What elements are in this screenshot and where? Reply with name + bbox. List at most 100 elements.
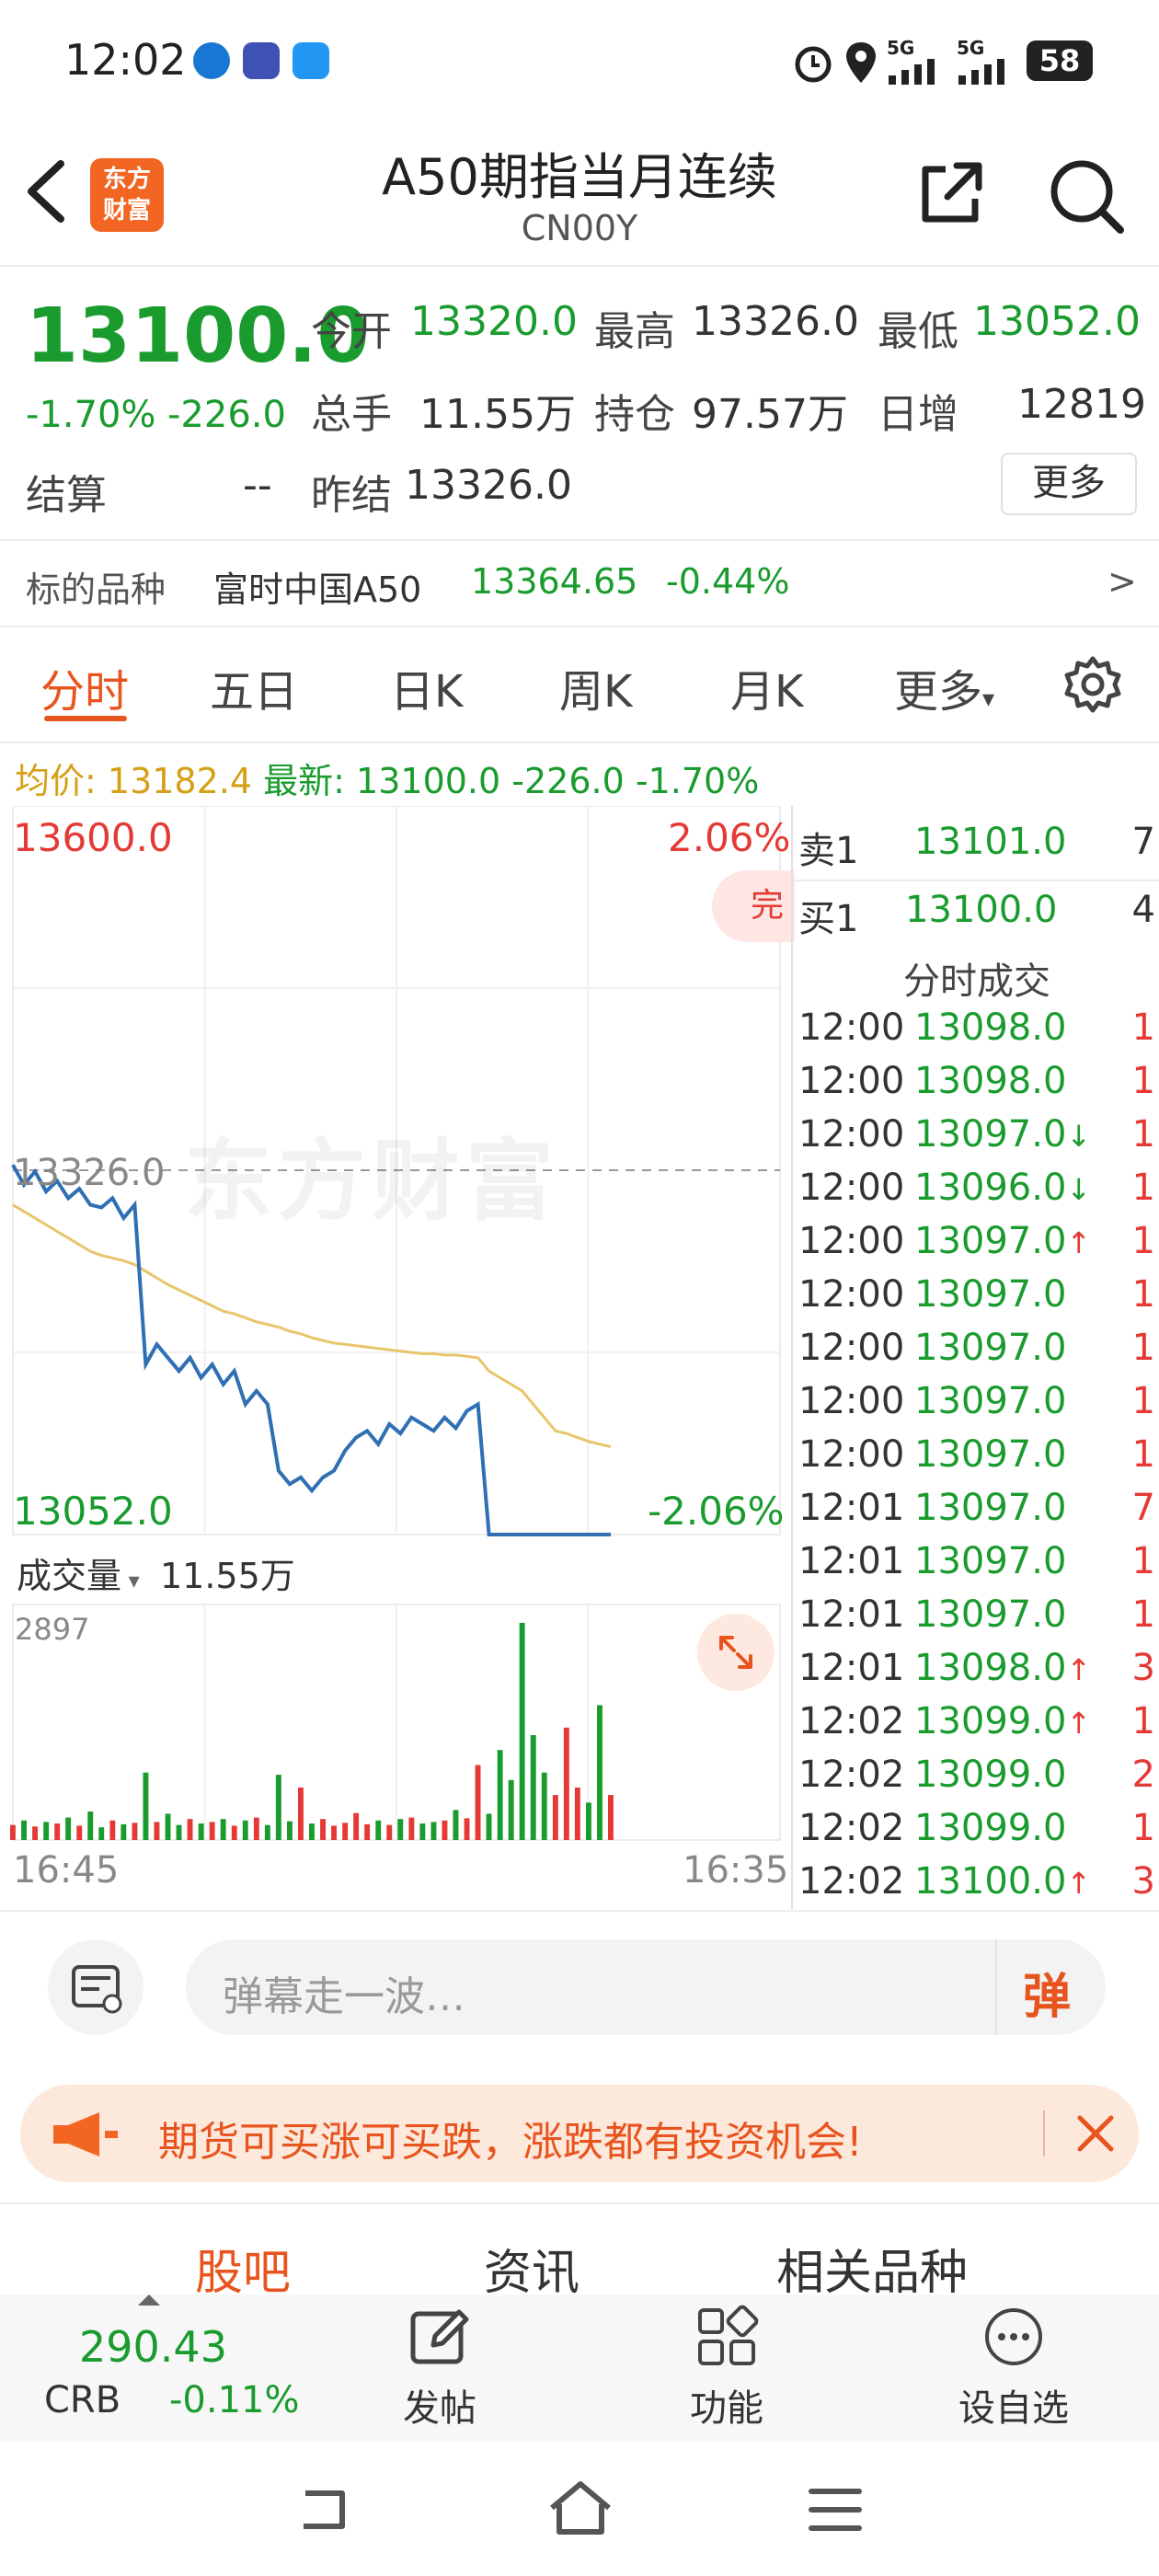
share-button[interactable]: [914, 156, 988, 230]
trade-time: 12:00: [798, 1327, 905, 1369]
volume-bar: [486, 1813, 492, 1840]
change-value: -226.0: [167, 394, 286, 436]
trade-qty: 1: [1131, 1433, 1155, 1476]
tab-monthly-k[interactable]: 月K: [730, 655, 803, 719]
comment-list-button[interactable]: [48, 1939, 143, 2035]
logo-text-1: 东方: [102, 166, 151, 193]
volume-bar: [497, 1750, 503, 1840]
post-button[interactable]: 发帖: [348, 2305, 532, 2432]
fullscreen-button[interactable]: [697, 1614, 775, 1691]
grid-icon: [698, 2305, 759, 2365]
tab-more-label: 更多: [894, 666, 983, 718]
open-interest-label: 持仓: [594, 391, 675, 438]
trade-row: 12:02 13099.0 2: [795, 1754, 1159, 1807]
edit-icon: [410, 2309, 469, 2364]
sell1-price: 13101.0: [914, 821, 1067, 863]
buy1-label: 买1: [798, 898, 859, 940]
share-icon: [922, 162, 982, 223]
trade-row: 12:00 13097.0↑ 1: [795, 1220, 1159, 1273]
danmu-send-button[interactable]: 弹: [1023, 1958, 1071, 2027]
volume-bar: [597, 1705, 602, 1840]
trade-time: 12:02: [798, 1860, 905, 1903]
tab-intraday[interactable]: 分时: [40, 655, 129, 719]
app-k-icon: [193, 42, 230, 79]
volume-bar: [54, 1823, 61, 1840]
volume-bar: [386, 1824, 393, 1840]
tab-news[interactable]: 资讯: [484, 2234, 580, 2303]
crb-value[interactable]: 290.43: [79, 2322, 227, 2372]
tab-more[interactable]: 更多▾: [894, 655, 994, 719]
time-end-label: 16:35: [683, 1849, 789, 1892]
volume-bar: [43, 1822, 50, 1840]
session-complete-text: 完: [751, 887, 785, 925]
volume-bar: [586, 1802, 591, 1840]
trade-qty: 1: [1131, 1060, 1155, 1102]
volume-bar: [442, 1820, 448, 1840]
search-button[interactable]: [1045, 155, 1128, 237]
change-percent: -1.70%: [26, 394, 156, 436]
tab-daily-k[interactable]: 日K: [390, 655, 463, 719]
underlying-row[interactable]: 标的品种 富时中国A50 13364.65 -0.44% >: [0, 541, 1159, 626]
more-quote-button[interactable]: 更多: [1001, 453, 1137, 515]
volume-bar: [342, 1823, 349, 1840]
signal-icon: [889, 59, 935, 85]
volume-max-label: 2897: [15, 1612, 90, 1647]
danmu-input[interactable]: 弹幕走一波… 弹: [186, 1939, 1106, 2035]
chart-bottom-price: 13052.0: [13, 1489, 173, 1534]
home-nav-icon[interactable]: [546, 2478, 614, 2537]
volume-selector[interactable]: 成交量 ▾: [17, 1547, 140, 1598]
order-book: 卖1 13101.0 7 买1 13100.0 4: [795, 810, 1159, 940]
tab-five-day[interactable]: 五日: [210, 655, 298, 719]
volume-total: 11.55万: [160, 1556, 295, 1596]
trade-time: 12:01: [798, 1593, 905, 1636]
app-face-icon: [243, 42, 280, 79]
promo-banner[interactable]: 期货可买涨可买跌，涨跌都有投资机会!: [20, 2085, 1139, 2182]
menu-nav-icon[interactable]: [806, 2484, 865, 2536]
chart-settings-button[interactable]: [1061, 653, 1124, 719]
back-button[interactable]: [20, 158, 72, 224]
trade-price: 13096.0↓: [914, 1167, 1092, 1209]
trade-qty: 1: [1131, 1273, 1155, 1316]
chart-info-line: 均价: 13182.4 最新: 13100.0 -226.0 -1.70%: [15, 753, 759, 803]
arrow-down-icon: ↓: [1066, 1119, 1092, 1154]
close-icon[interactable]: [1073, 2110, 1119, 2156]
tab-weekly-k[interactable]: 周K: [559, 655, 632, 719]
trade-qty: 1: [1131, 1380, 1155, 1422]
trade-price: 13097.0: [914, 1487, 1067, 1529]
volume-bar: [464, 1818, 470, 1840]
back-nav-icon[interactable]: [291, 2482, 357, 2537]
volume-bar: [109, 1820, 116, 1840]
page-title: A50期指当月连续: [382, 148, 777, 206]
volume-bar: [408, 1817, 415, 1840]
crb-label: CRB: [44, 2379, 121, 2421]
tab-guba[interactable]: 股吧: [195, 2234, 291, 2303]
volume-bar: [541, 1772, 547, 1840]
high-value: 13326.0: [692, 298, 859, 345]
volume-bar: [430, 1822, 437, 1840]
caret-down-icon: ▾: [982, 685, 995, 713]
tab-related[interactable]: 相关品种: [776, 2234, 968, 2303]
avg-label: 均价:: [15, 761, 97, 801]
arrow-up-icon: ↑: [1066, 1866, 1092, 1901]
trade-qty: 7: [1131, 1487, 1155, 1529]
volume-bar: [519, 1623, 525, 1840]
trade-price: 13097.0: [914, 1327, 1067, 1369]
add-watchlist-button[interactable]: 设自选: [922, 2305, 1106, 2432]
status-bar: 12:02 5G 5G 58: [0, 0, 1159, 129]
daily-increase-label: 日增: [878, 391, 958, 438]
underlying-name: 富时中国A50: [213, 569, 422, 610]
underlying-change: -0.44%: [666, 561, 790, 602]
trade-qty: 1: [1131, 1220, 1155, 1262]
volume-bar: [574, 1788, 580, 1840]
trade-row: 12:02 13099.0 1: [795, 1807, 1159, 1860]
function-button[interactable]: 功能: [635, 2305, 819, 2432]
intraday-chart[interactable]: 13600.0 2.06% 完 13326.0 东方财富 13052.0 -2.…: [0, 806, 795, 1910]
alarm-icon: [795, 46, 832, 83]
session-complete-badge: 完: [712, 870, 795, 942]
trade-time: 12:02: [798, 1700, 905, 1742]
avg-value: 13182.4: [107, 761, 253, 801]
trade-qty: 1: [1131, 1700, 1155, 1742]
trade-row: 12:00 13097.0 1: [795, 1380, 1159, 1433]
prev-settle-value: 13326.0: [405, 462, 572, 509]
trade-qty: 1: [1131, 1006, 1155, 1049]
